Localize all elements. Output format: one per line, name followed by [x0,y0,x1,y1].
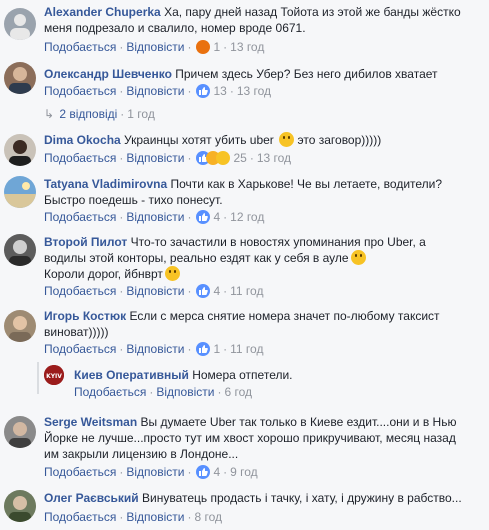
reply-link[interactable]: Відповісти [156,385,214,399]
like-link[interactable]: Подобається [44,151,116,165]
angry-reaction-icon[interactable] [196,40,211,54]
like-reaction-icon[interactable] [196,342,211,356]
comment-actions: Подобається · Відповісти · 4 · 11 год [44,284,264,298]
like-link[interactable]: Подобається [44,40,116,54]
comment-body: Олександр Шевченко Причем здесь Убер? Бе… [44,66,469,82]
reply-link[interactable]: Відповісти [126,284,184,298]
avatar[interactable] [4,8,36,40]
reaction-count[interactable]: 13 [213,84,226,98]
reply-link[interactable]: Відповісти [126,342,184,356]
like-link[interactable]: Подобається [44,210,116,224]
comment-body: Alexander Chuperka Ха, пару дней назад Т… [44,4,469,36]
comment-text: Винуватець продасть і тачку, і хату, і д… [142,491,462,505]
reply-link[interactable]: Відповісти [126,151,184,165]
like-link[interactable]: Подобається [44,510,116,524]
avatar[interactable] [4,310,36,342]
comment-body: Второй Пилот Что-то зачастили в новостях… [44,234,469,282]
timestamp[interactable]: 11 год [230,342,263,356]
avatar[interactable] [4,134,36,166]
timestamp[interactable]: 13 год [257,151,291,165]
comment-author[interactable]: Dima Okocha [44,133,121,147]
page-avatar[interactable]: KYIV [44,365,64,385]
comment-actions: Подобається · Відповісти · 13 · 13 год [44,84,272,98]
timestamp[interactable]: 12 год [230,210,264,224]
like-reaction-icon[interactable] [196,84,211,98]
comment-author[interactable]: Олександр Шевченко [44,67,172,81]
timestamp[interactable]: 13 год [237,84,271,98]
comment-actions: Подобається · Відповісти · 1 · 11 год [44,342,264,356]
like-link[interactable]: Подобається [44,284,116,298]
avatar-logo-text: KYIV [46,373,62,380]
comment-body: Олег Раєвський Винуватець продасть і тач… [44,490,469,506]
timestamp[interactable]: 8 год [194,510,222,524]
comment-body: Dima Okocha Украинцы хотят убить uber эт… [44,132,469,148]
comment-author[interactable]: Олег Раєвський [44,491,139,505]
timestamp[interactable]: 9 год [230,465,258,479]
comment-author[interactable]: Tatyana Vladimirovna [44,177,167,191]
comment-author[interactable]: Игорь Костюк [44,309,126,323]
comment-actions: Подобається · Відповісти · 1 · 13 год [44,40,265,54]
comment-actions: Подобається · Відповісти · 8 год [44,510,222,524]
reply-link[interactable]: Відповісти [126,210,184,224]
comment-body: Киев Оперативный Номера отпетели. [74,367,469,383]
like-link[interactable]: Подобається [74,385,146,399]
like-reaction-icon[interactable] [196,284,211,298]
comment-text-line2: Короли дорог, йбнврт [44,267,163,281]
comment-body: Tatyana Vladimirovna Почти как в Харьков… [44,176,469,208]
avatar[interactable] [4,176,36,208]
timestamp[interactable]: 6 год [224,385,252,399]
avatar[interactable] [4,490,36,522]
comment-author[interactable]: Киев Оперативный [74,368,189,382]
reaction-count[interactable]: 4 [213,210,220,224]
view-replies-link[interactable]: ↳ 2 відповіді · 1 год [44,107,155,121]
comment-body: Игорь Костюк Если с мерса снятие номера … [44,308,469,340]
like-reaction-icon[interactable] [196,210,211,224]
reply-thread-line [37,362,39,394]
reply-link[interactable]: Відповісти [126,465,184,479]
wow-reaction-icon[interactable] [216,151,231,165]
wink-emoji-icon [350,250,366,265]
comment-actions: Подобається · Відповісти · 4 · 9 год [44,465,258,479]
comment-actions: Подобається · Відповісти · 6 год [74,385,252,399]
reply-link[interactable]: Відповісти [126,84,184,98]
neutral-emoji-icon [164,266,180,281]
like-link[interactable]: Подобається [44,465,116,479]
comment-text-continued: это заговор))))) [297,133,382,147]
like-link[interactable]: Подобається [44,342,116,356]
comments-feed: Alexander Chuperka Ха, пару дней назад Т… [0,0,489,530]
reply-arrow-icon: ↳ [44,107,55,121]
comment-text: Украинцы хотят убить uber [124,133,274,147]
comment-body: Serge Weitsman Вы думаете Uber так тольк… [44,414,469,462]
comment-actions: Подобається · Відповісти · 4 · 12 год [44,210,265,224]
comment-author[interactable]: Serge Weitsman [44,415,137,429]
avatar[interactable] [4,234,36,266]
comment-author[interactable]: Alexander Chuperka [44,5,161,19]
comment-author[interactable]: Второй Пилот [44,235,127,249]
reply-link[interactable]: Відповісти [126,510,184,524]
reaction-count[interactable]: 4 [213,465,220,479]
like-link[interactable]: Подобається [44,84,116,98]
timestamp[interactable]: 1 год [127,107,155,121]
replies-count[interactable]: 2 відповіді [59,107,117,121]
timestamp[interactable]: 11 год [230,284,263,298]
like-reaction-icon[interactable] [196,465,211,479]
timestamp[interactable]: 13 год [230,40,264,54]
reaction-count[interactable]: 1 [213,342,220,356]
reaction-count[interactable]: 4 [213,284,220,298]
reply-link[interactable]: Відповісти [126,40,184,54]
avatar[interactable] [4,416,36,448]
avatar[interactable] [4,62,36,94]
reaction-count[interactable]: 1 [213,40,220,54]
comment-text: Причем здесь Убер? Без него дибилов хват… [175,67,438,81]
laughing-emoji-icon [279,132,295,147]
comment-actions: Подобається · Відповісти · 25 · 13 год [44,151,292,165]
reaction-count[interactable]: 25 [233,151,246,165]
comment-text: Номера отпетели. [192,368,293,382]
